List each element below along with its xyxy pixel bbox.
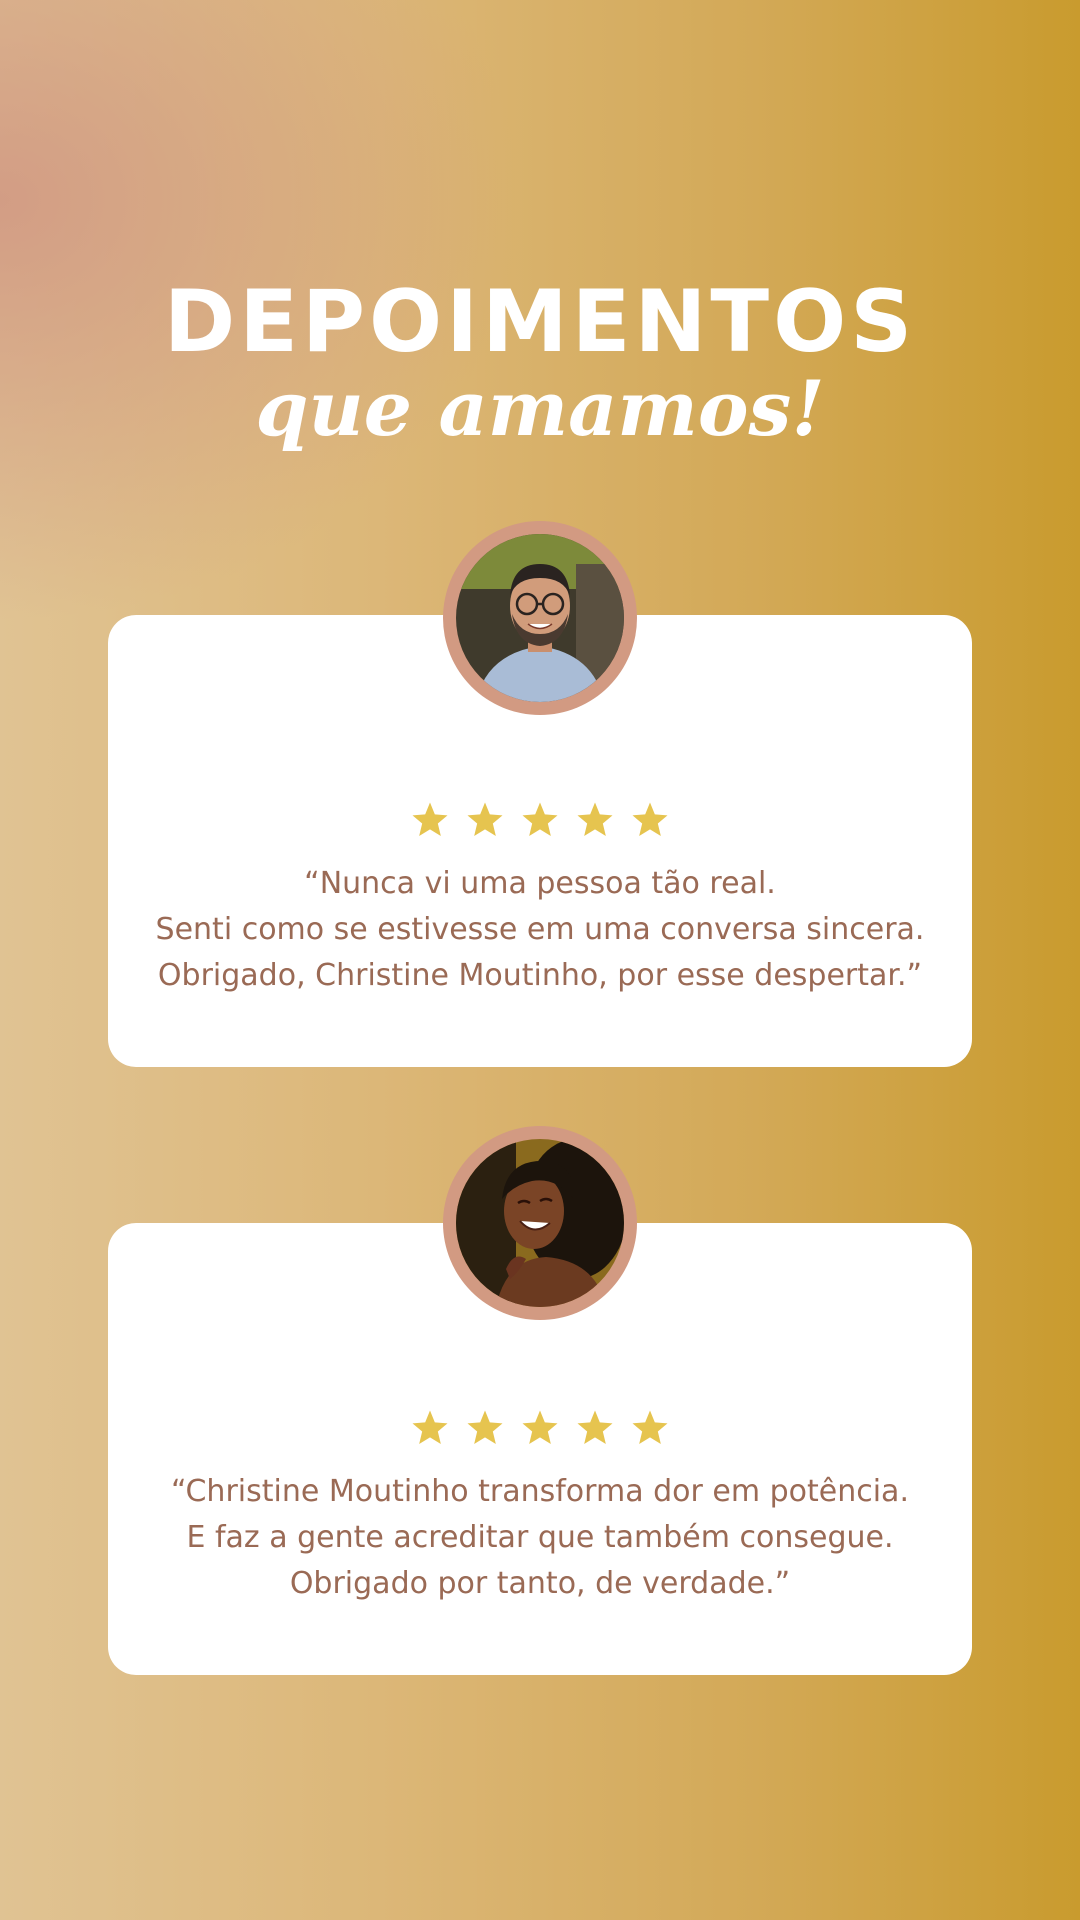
quote-line: E faz a gente acreditar que também conse… bbox=[186, 1520, 894, 1555]
star-icon bbox=[409, 800, 451, 840]
avatar bbox=[443, 1126, 637, 1320]
star-icon bbox=[464, 1408, 506, 1448]
star-icon bbox=[574, 1408, 616, 1448]
star-icon bbox=[629, 800, 671, 840]
quote-line: “Christine Moutinho transforma dor em po… bbox=[171, 1474, 909, 1509]
star-icon bbox=[519, 800, 561, 840]
quote-line: Obrigado, Christine Moutinho, por esse d… bbox=[157, 958, 923, 993]
star-icon bbox=[519, 1408, 561, 1448]
testimonial-quote: “Nunca vi uma pessoa tão real. Senti com… bbox=[108, 861, 972, 999]
star-icon bbox=[629, 1408, 671, 1448]
man-with-glasses-photo bbox=[456, 534, 624, 702]
avatar bbox=[443, 521, 637, 715]
quote-line: Obrigado por tanto, de verdade.” bbox=[289, 1566, 791, 1601]
page-header: DEPOIMENTOS que amamos! bbox=[0, 272, 1080, 454]
quote-line: Senti como se estivesse em uma conversa … bbox=[155, 912, 925, 947]
star-icon bbox=[574, 800, 616, 840]
star-rating bbox=[108, 800, 972, 844]
page-subtitle: que amamos! bbox=[255, 364, 825, 453]
smiling-woman-photo bbox=[456, 1139, 624, 1307]
testimonial-quote: “Christine Moutinho transforma dor em po… bbox=[108, 1469, 972, 1607]
star-icon bbox=[464, 800, 506, 840]
quote-line: “Nunca vi uma pessoa tão real. bbox=[304, 866, 776, 901]
testimonials-page: { "header": { "title": "DEPOIMENTOS", "s… bbox=[0, 0, 1080, 1920]
page-title: DEPOIMENTOS bbox=[163, 272, 917, 372]
star-rating bbox=[108, 1408, 972, 1452]
star-icon bbox=[409, 1408, 451, 1448]
